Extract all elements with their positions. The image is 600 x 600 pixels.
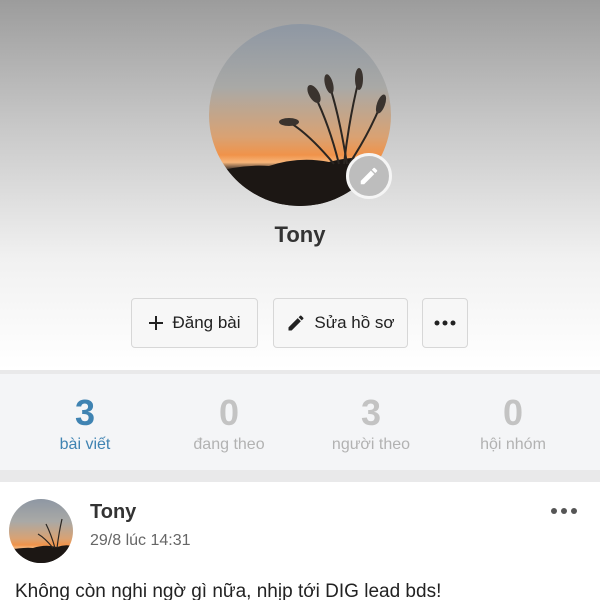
plus-icon [149, 316, 164, 330]
profile-avatar-container [209, 24, 392, 206]
profile-stats: 3 bài viết 0 đang theo 3 người theo 0 hộ… [0, 374, 600, 470]
create-post-button[interactable]: Đăng bài [131, 298, 258, 348]
stat-posts-count: 3 [74, 392, 96, 433]
stat-following-label: đang theo [193, 436, 265, 453]
profile-more-button[interactable] [422, 298, 468, 348]
edit-profile-label: Sửa hồ sơ [314, 313, 395, 332]
profile-name: Tony [274, 222, 326, 247]
post-body-text: Không còn nghi ngờ gì nữa, nhịp tới DIG … [15, 581, 442, 600]
stat-following-count: 0 [218, 392, 240, 433]
create-post-label: Đăng bài [172, 313, 241, 332]
post-more-button[interactable] [549, 504, 579, 518]
stat-groups-count: 0 [502, 392, 524, 433]
post-author-avatar[interactable] [9, 499, 73, 563]
stat-followers-label: người theo [331, 436, 411, 453]
stat-posts-label: bài viết [59, 436, 111, 453]
edit-profile-button[interactable]: Sửa hồ sơ [273, 298, 408, 348]
stat-groups-label: hội nhóm [480, 436, 546, 453]
stat-followers[interactable]: 3 người theo [296, 374, 446, 470]
pencil-icon [288, 315, 304, 331]
stat-followers-count: 3 [360, 392, 382, 433]
stat-groups[interactable]: 0 hội nhóm [438, 374, 588, 470]
avatar-sunset-image [9, 518, 73, 563]
post-card: Tony 29/8 lúc 14:31 Không còn nghi ngờ g… [0, 482, 600, 600]
more-horizontal-icon [434, 320, 456, 326]
stat-posts[interactable]: 3 bài viết [10, 374, 160, 470]
stat-following[interactable]: 0 đang theo [154, 374, 304, 470]
profile-header: Tony Đăng bài Sửa hồ sơ [0, 0, 600, 370]
post-author-name[interactable]: Tony [90, 501, 136, 524]
post-timestamp: 29/8 lúc 14:31 [90, 532, 191, 549]
pencil-icon [360, 167, 378, 185]
avatar-edit-button[interactable] [346, 153, 392, 199]
more-horizontal-icon [551, 508, 577, 514]
